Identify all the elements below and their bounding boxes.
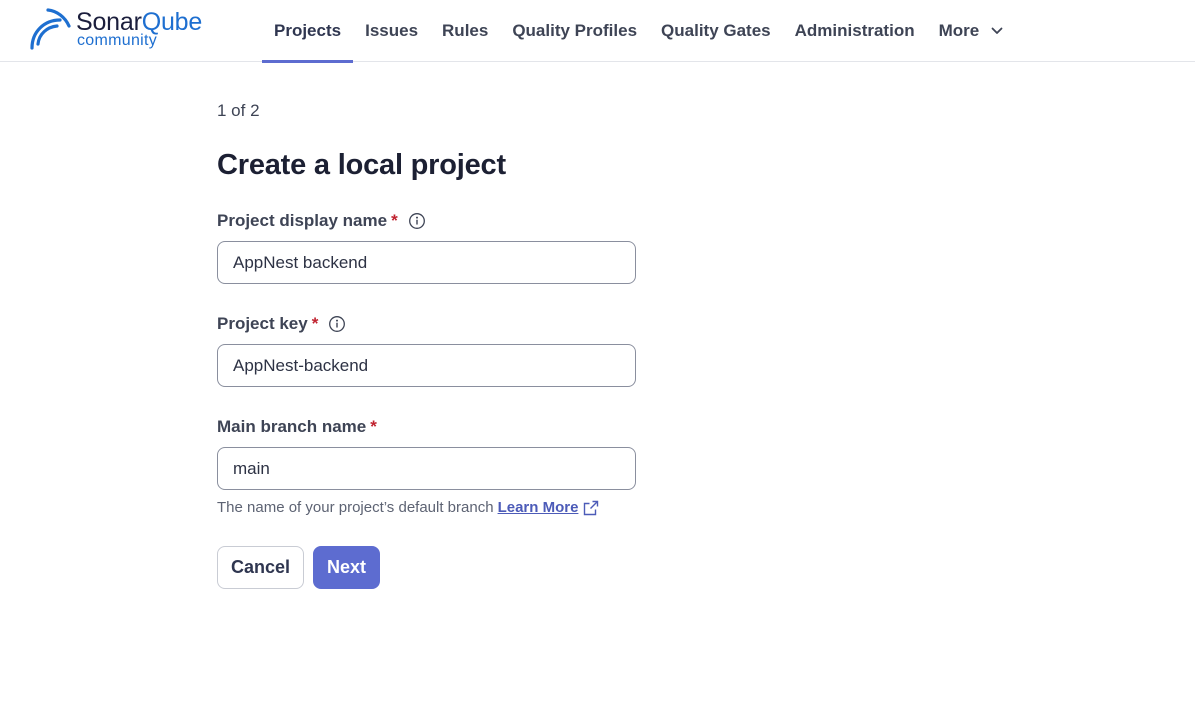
nav-item-quality-profiles[interactable]: Quality Profiles: [500, 0, 649, 62]
nav-item-projects[interactable]: Projects: [262, 0, 354, 63]
nav-item-more[interactable]: More: [927, 0, 1016, 62]
nav-item-administration[interactable]: Administration: [783, 0, 927, 62]
info-icon[interactable]: [328, 315, 346, 333]
nav-item-quality-gates[interactable]: Quality Gates: [649, 0, 783, 62]
display-name-label: Project display name *: [217, 210, 637, 232]
nav-item-issues[interactable]: Issues: [353, 0, 430, 62]
create-project-form: 1 of 2 Create a local project Project di…: [217, 98, 637, 589]
main-branch-label: Main branch name *: [217, 417, 377, 436]
display-name-input[interactable]: AppNest backend: [217, 241, 636, 284]
learn-more-link[interactable]: Learn More: [498, 498, 579, 518]
project-key-label: Project key *: [217, 313, 637, 335]
form-actions: Cancel Next: [217, 546, 380, 589]
main-branch-help: The name of your project’s default branc…: [217, 498, 637, 518]
display-name-field-group: Project display name * AppNest backend: [217, 210, 637, 284]
required-mark: *: [370, 417, 377, 436]
main-branch-input[interactable]: main: [217, 447, 636, 490]
project-key-input[interactable]: AppNest-backend: [217, 344, 636, 387]
step-indicator: 1 of 2: [217, 101, 260, 120]
sonarqube-logo[interactable]: SonarQube community: [26, 6, 226, 52]
page-title: Create a local project: [217, 149, 506, 181]
chevron-down-icon: [991, 27, 1003, 35]
required-mark: *: [391, 211, 398, 230]
required-mark: *: [311, 314, 319, 333]
project-key-field-group: Project key * AppNest-backend: [217, 313, 637, 387]
nav-item-rules[interactable]: Rules: [430, 0, 500, 62]
main-nav: Projects Issues Rules Quality Profiles Q…: [262, 0, 1016, 63]
sonarqube-logo-icon: [30, 8, 71, 50]
top-navigation-bar: SonarQube community Projects Issues Rule…: [0, 0, 1195, 63]
external-link-icon[interactable]: [583, 500, 599, 516]
info-icon[interactable]: [408, 212, 426, 230]
logo-edition: community: [77, 32, 158, 49]
help-text: The name of your project’s default branc…: [217, 499, 494, 516]
main-branch-field-group: Main branch name * main The name of your …: [217, 416, 637, 518]
next-button[interactable]: Next: [313, 546, 380, 589]
cancel-button[interactable]: Cancel: [217, 546, 304, 589]
